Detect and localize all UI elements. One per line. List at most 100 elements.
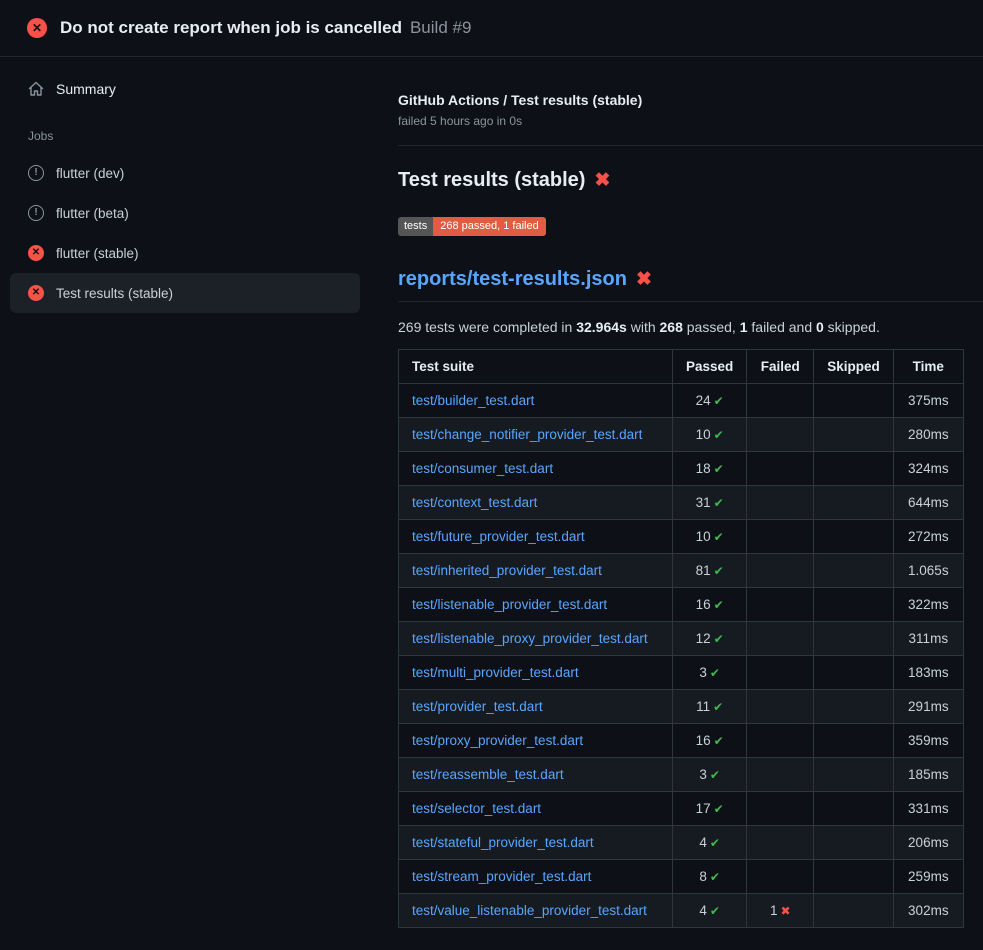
summary-text: 269 tests were completed in 32.964s with… [398,319,983,335]
time-cell: 185ms [893,758,963,792]
suite-link[interactable]: test/proxy_provider_test.dart [412,733,583,748]
suite-cell: test/stateful_provider_test.dart [399,826,673,860]
passed-cell: 8✔ [673,860,747,894]
sidebar-item-label: flutter (beta) [56,206,129,221]
table-row: test/listenable_proxy_provider_test.dart… [399,622,964,656]
failed-cell [747,860,814,894]
section-title: Test results (stable)✖ [398,169,983,192]
time-cell: 183ms [893,656,963,690]
check-icon: ✔ [710,904,720,918]
suite-link[interactable]: test/change_notifier_provider_test.dart [412,427,642,442]
job-failed-icon: ✕ [28,245,44,261]
failed-cell [747,384,814,418]
report-link[interactable]: reports/test-results.json [398,268,627,290]
passed-cell: 4✔ [673,894,747,928]
sidebar-item-label: Test results (stable) [56,286,173,301]
suite-cell: test/builder_test.dart [399,384,673,418]
sidebar-item-flutter-stable[interactable]: ✕ flutter (stable) [10,233,360,273]
table-row: test/builder_test.dart24✔375ms [399,384,964,418]
suite-link[interactable]: test/listenable_provider_test.dart [412,597,607,612]
suite-link[interactable]: test/listenable_proxy_provider_test.dart [412,631,648,646]
divider [398,145,983,146]
time-cell: 272ms [893,520,963,554]
skipped-cell [814,452,894,486]
suite-cell: test/inherited_provider_test.dart [399,554,673,588]
suite-cell: test/proxy_provider_test.dart [399,724,673,758]
failed-cell [747,588,814,622]
passed-cell: 10✔ [673,520,747,554]
suite-link[interactable]: test/reassemble_test.dart [412,767,564,782]
check-icon: ✔ [714,734,724,748]
time-cell: 206ms [893,826,963,860]
passed-cell: 3✔ [673,656,747,690]
skipped-cell [814,520,894,554]
table-row: test/stateful_provider_test.dart 4✔ 206ms [399,826,964,860]
skipped-cell [814,690,894,724]
table-row: test/change_notifier_provider_test.dart1… [399,418,964,452]
time-cell: 375ms [893,384,963,418]
sidebar-item-flutter-dev[interactable]: ! flutter (dev) [10,153,360,193]
time-cell: 1.065s [893,554,963,588]
suite-link[interactable]: test/stateful_provider_test.dart [412,835,594,850]
table-row: test/selector_test.dart17✔331ms [399,792,964,826]
col-header-skipped: Skipped [814,350,894,384]
suite-link[interactable]: test/builder_test.dart [412,393,534,408]
suite-link[interactable]: test/stream_provider_test.dart [412,869,591,884]
suite-link[interactable]: test/selector_test.dart [412,801,541,816]
sidebar-item-label: flutter (stable) [56,246,139,261]
status-line: failed 5 hours ago in 0s [398,114,983,128]
passed-cell: 4✔ [673,826,747,860]
sidebar-item-test-results-stable[interactable]: ✕ Test results (stable) [10,273,360,313]
sidebar: Summary Jobs ! flutter (dev) ! flutter (… [0,57,370,950]
table-row: test/value_listenable_provider_test.dart… [399,894,964,928]
suite-link[interactable]: test/consumer_test.dart [412,461,553,476]
failed-cell [747,724,814,758]
passed-cell: 11✔ [673,690,747,724]
summary-prefix: 269 tests were completed in [398,319,576,335]
suite-link[interactable]: test/provider_test.dart [412,699,543,714]
badge-value: 268 passed, 1 failed [433,217,545,236]
section-title-text: Test results (stable) [398,169,585,191]
col-header-test-suite: Test suite [399,350,673,384]
suite-link[interactable]: test/multi_provider_test.dart [412,665,579,680]
failed-cell [747,554,814,588]
suite-link[interactable]: test/context_test.dart [412,495,537,510]
skipped-cell [814,656,894,690]
check-icon: ✔ [714,462,724,476]
summary-passed-count: 268 [660,319,683,335]
summary-mid1: with [627,319,660,335]
check-icon: ✔ [714,598,724,612]
passed-cell: 16✔ [673,588,747,622]
suite-link[interactable]: test/future_provider_test.dart [412,529,585,544]
failed-cell [747,792,814,826]
suite-link[interactable]: test/inherited_provider_test.dart [412,563,602,578]
skipped-cell [814,758,894,792]
sidebar-item-label: flutter (dev) [56,166,124,181]
test-results-tbody: test/builder_test.dart24✔375mstest/chang… [399,384,964,928]
check-icon: ✔ [714,632,724,646]
skipped-cell [814,622,894,656]
failed-x-icon: ✖ [636,269,652,290]
suite-cell: test/reassemble_test.dart [399,758,673,792]
table-row: test/multi_provider_test.dart 3✔ 183ms [399,656,964,690]
table-header-row: Test suite Passed Failed Skipped Time [399,350,964,384]
skipped-cell [814,826,894,860]
check-icon: ✔ [710,768,720,782]
check-icon: ✔ [710,836,720,850]
sidebar-item-flutter-beta[interactable]: ! flutter (beta) [10,193,360,233]
time-cell: 280ms [893,418,963,452]
suite-cell: test/provider_test.dart [399,690,673,724]
sidebar-item-summary[interactable]: Summary [0,71,370,107]
suite-cell: test/change_notifier_provider_test.dart [399,418,673,452]
summary-duration: 32.964s [576,319,627,335]
suite-cell: test/context_test.dart [399,486,673,520]
skipped-cell [814,724,894,758]
failed-cell [747,758,814,792]
job-neutral-icon: ! [28,165,44,181]
skipped-cell [814,792,894,826]
time-cell: 359ms [893,724,963,758]
suite-cell: test/listenable_provider_test.dart [399,588,673,622]
check-icon: ✔ [714,802,724,816]
table-row: test/stream_provider_test.dart8✔259ms [399,860,964,894]
suite-link[interactable]: test/value_listenable_provider_test.dart [412,903,647,918]
